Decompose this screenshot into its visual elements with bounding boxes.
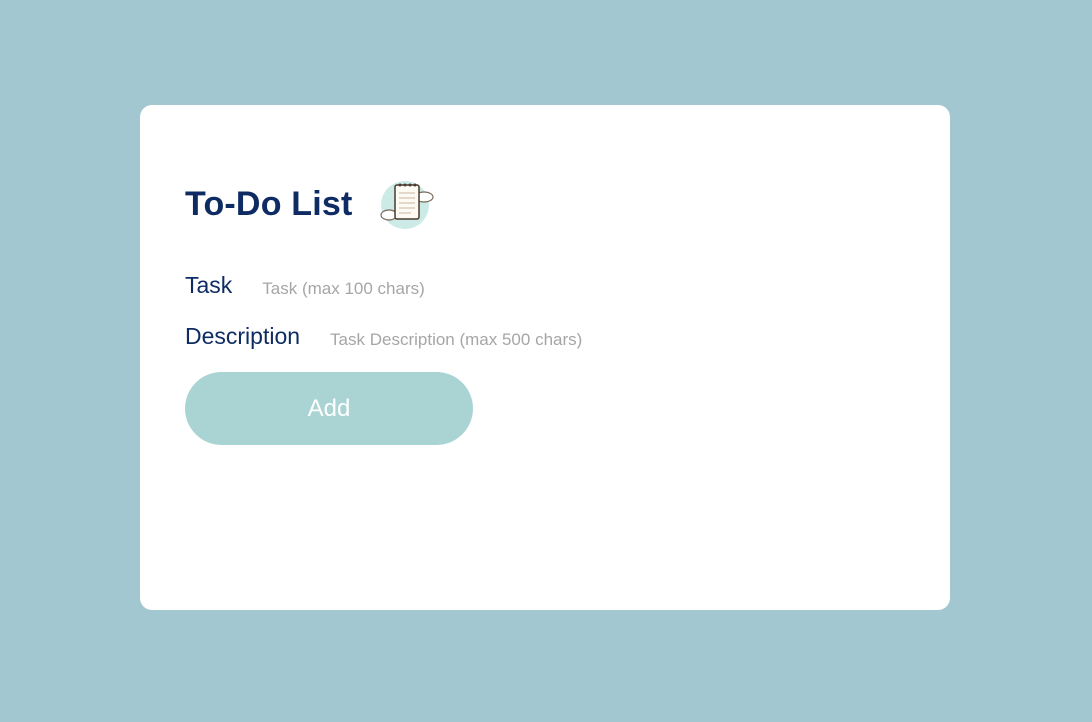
- todo-card: To-Do List Task Description Add: [140, 105, 950, 610]
- description-field-row: Description: [185, 322, 691, 350]
- page-title: To-Do List: [185, 184, 353, 223]
- task-field-row: Task: [185, 271, 623, 299]
- task-input[interactable]: [262, 279, 623, 299]
- title-row: To-Do List: [185, 175, 437, 233]
- add-button[interactable]: Add: [185, 372, 473, 445]
- description-input[interactable]: [330, 330, 691, 350]
- description-label: Description: [185, 322, 301, 349]
- notebook-icon: [379, 181, 434, 229]
- task-label: Task: [185, 271, 233, 298]
